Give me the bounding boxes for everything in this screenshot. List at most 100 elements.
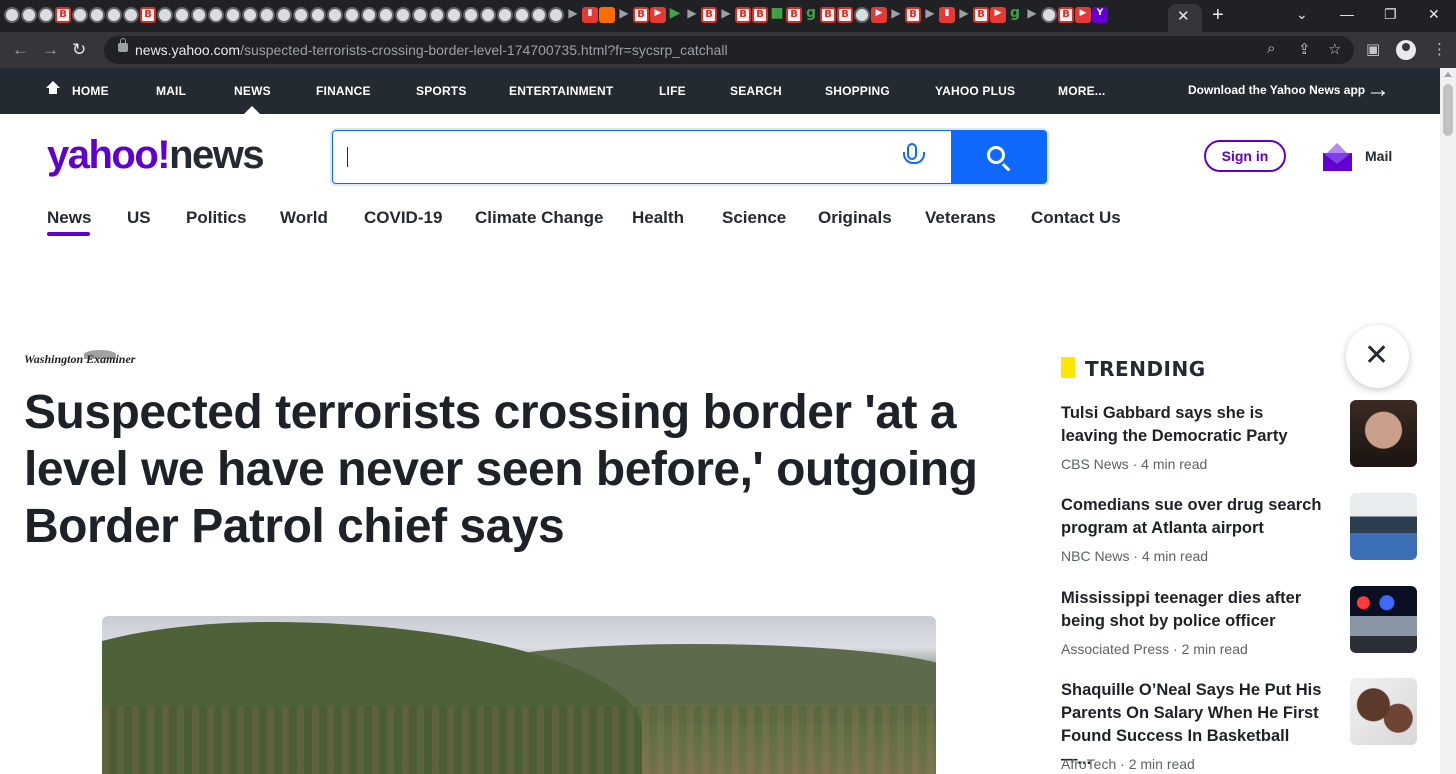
topnav-entertainment[interactable]: ENTERTAINMENT [509, 84, 613, 98]
tab-favicon[interactable]: Y [1092, 7, 1108, 23]
topnav-finance[interactable]: FINANCE [316, 84, 371, 98]
tab-favicon[interactable]: B [820, 7, 836, 23]
tab-favicon[interactable] [854, 7, 870, 23]
new-tab-icon[interactable]: + [1212, 4, 1224, 27]
tab-favicon[interactable] [412, 7, 428, 23]
topnav-life[interactable]: LIFE [659, 84, 686, 98]
tab-favicon[interactable]: B [752, 7, 768, 23]
trending-item-thumbnail[interactable] [1350, 493, 1417, 560]
tab-favicon[interactable] [157, 7, 173, 23]
topnav-more[interactable]: MORE... [1058, 84, 1105, 98]
microphone-icon[interactable] [903, 143, 925, 164]
download-app-link[interactable]: Download the Yahoo News app [1188, 83, 1365, 97]
topnav-search[interactable]: SEARCH [730, 84, 782, 98]
tab-favicon[interactable] [327, 7, 343, 23]
tab-favicon[interactable] [463, 7, 479, 23]
tab-favicon[interactable] [174, 7, 190, 23]
window-close-icon[interactable]: ✕ [1428, 6, 1440, 23]
trending-item[interactable]: Tulsi Gabbard says she is leaving the De… [1061, 400, 1421, 492]
tab-favicon[interactable] [599, 7, 615, 23]
address-bar[interactable]: news.yahoo.com/suspected-terrorists-cros… [104, 36, 1354, 64]
trending-item[interactable]: Comedians sue over drug search program a… [1061, 493, 1421, 584]
subnav-health[interactable]: Health [632, 208, 684, 228]
trending-item-thumbnail[interactable] [1350, 586, 1417, 653]
subnav-us[interactable]: US [127, 208, 151, 228]
tab-favicon[interactable] [446, 7, 462, 23]
tab-favicon[interactable]: ▮ [939, 7, 955, 23]
page-scrollbar[interactable] [1440, 68, 1456, 774]
tab-favicon[interactable] [531, 7, 547, 23]
forward-arrow-icon[interactable]: → [42, 40, 59, 60]
tab-favicon[interactable] [395, 7, 411, 23]
subnav-world[interactable]: World [280, 208, 328, 228]
close-button[interactable]: ✕ [1346, 325, 1409, 388]
tab-favicon[interactable]: ▶ [956, 7, 972, 23]
sign-in-button[interactable]: Sign in [1204, 140, 1286, 172]
tab-favicon[interactable]: B [1058, 7, 1074, 23]
trending-item-title[interactable]: Mississippi teenager dies after being sh… [1061, 587, 1323, 633]
yahoo-news-logo[interactable]: yahoo!news [47, 131, 265, 179]
search-button[interactable] [951, 131, 1047, 183]
tab-favicon[interactable] [38, 7, 54, 23]
mail-envelope-icon[interactable] [1323, 143, 1352, 171]
lock-icon[interactable] [118, 38, 128, 52]
publisher-logo[interactable]: Washington Examiner [24, 350, 152, 368]
subnav-originals[interactable]: Originals [818, 208, 892, 228]
tab-favicon[interactable] [480, 7, 496, 23]
article-hero-image[interactable] [102, 616, 936, 774]
tab-favicon[interactable]: g [803, 6, 819, 23]
tab-favicon[interactable]: B [973, 7, 989, 23]
tab-favicon[interactable]: ▶ [565, 7, 581, 23]
tab-favicon[interactable]: ▶ [922, 7, 938, 23]
search-bar[interactable] [332, 130, 1047, 184]
tab-favicon[interactable]: B [633, 7, 649, 23]
home-icon[interactable] [46, 81, 60, 95]
tab-favicon[interactable]: B [140, 7, 156, 23]
tab-favicon[interactable] [548, 7, 564, 23]
topnav-yahoo-plus[interactable]: YAHOO PLUS [935, 84, 1015, 98]
tab-favicon[interactable] [191, 7, 207, 23]
tab-favicon[interactable] [106, 7, 122, 23]
tab-favicon[interactable] [123, 7, 139, 23]
tab-favicon[interactable] [242, 7, 258, 23]
trending-item-thumbnail[interactable] [1350, 678, 1417, 745]
mail-link[interactable]: Mail [1365, 148, 1392, 164]
tab-favicon[interactable]: B [701, 7, 717, 23]
trending-item-title[interactable]: Comedians sue over drug search program a… [1061, 494, 1323, 540]
share-icon[interactable]: ⇪ [1298, 40, 1311, 58]
bookmark-star-icon[interactable]: ☆ [1328, 40, 1341, 58]
tab-favicon[interactable]: B [735, 7, 751, 23]
topnav-shopping[interactable]: SHOPPING [825, 84, 890, 98]
tab-favicon[interactable]: g [1007, 6, 1023, 23]
tab-favicon[interactable]: ▶ [1075, 7, 1091, 23]
tab-favicon[interactable] [514, 7, 530, 23]
tab-favicon[interactable] [72, 7, 88, 23]
trending-item[interactable]: Shaquille O’Neal Says He Put His Parents… [1061, 678, 1421, 774]
subnav-covid-19[interactable]: COVID-19 [364, 208, 442, 228]
tab-favicon[interactable]: ■ [769, 6, 785, 23]
subnav-contact-us[interactable]: Contact Us [1031, 208, 1121, 228]
tab-favicon[interactable]: ▮ [582, 7, 598, 23]
tab-favicon[interactable] [89, 7, 105, 23]
tab-favicon[interactable]: ▶ [888, 7, 904, 23]
tab-favicon[interactable] [4, 7, 20, 23]
trending-item-title[interactable]: Tulsi Gabbard says she is leaving the De… [1061, 402, 1323, 448]
subnav-news[interactable]: News [47, 208, 91, 228]
tab-favicon[interactable] [276, 7, 292, 23]
back-arrow-icon[interactable]: ← [12, 40, 29, 60]
tab-favicon[interactable] [259, 7, 275, 23]
tab-favicon[interactable]: ▶ [667, 6, 683, 23]
tab-favicon[interactable]: B [837, 7, 853, 23]
tab-favicon[interactable] [497, 7, 513, 23]
tab-favicon[interactable] [208, 7, 224, 23]
tab-favicon[interactable] [293, 7, 309, 23]
arrow-right-icon[interactable]: → [1366, 76, 1390, 104]
tab-favicons[interactable]: B B ▶ ▮ ▶ B ▶ ▶ ▶ B ▶ B B ■ B g B B ▶ ▶ … [4, 6, 1108, 23]
subnav-climate-change[interactable]: Climate Change [475, 208, 603, 228]
tab-favicon[interactable] [361, 7, 377, 23]
tab-favicon[interactable] [344, 7, 360, 23]
side-panel-icon[interactable]: ▣ [1366, 40, 1380, 58]
tab-favicon[interactable] [429, 7, 445, 23]
tab-favicon[interactable]: ▶ [990, 7, 1006, 23]
tab-favicon[interactable] [1041, 7, 1057, 23]
